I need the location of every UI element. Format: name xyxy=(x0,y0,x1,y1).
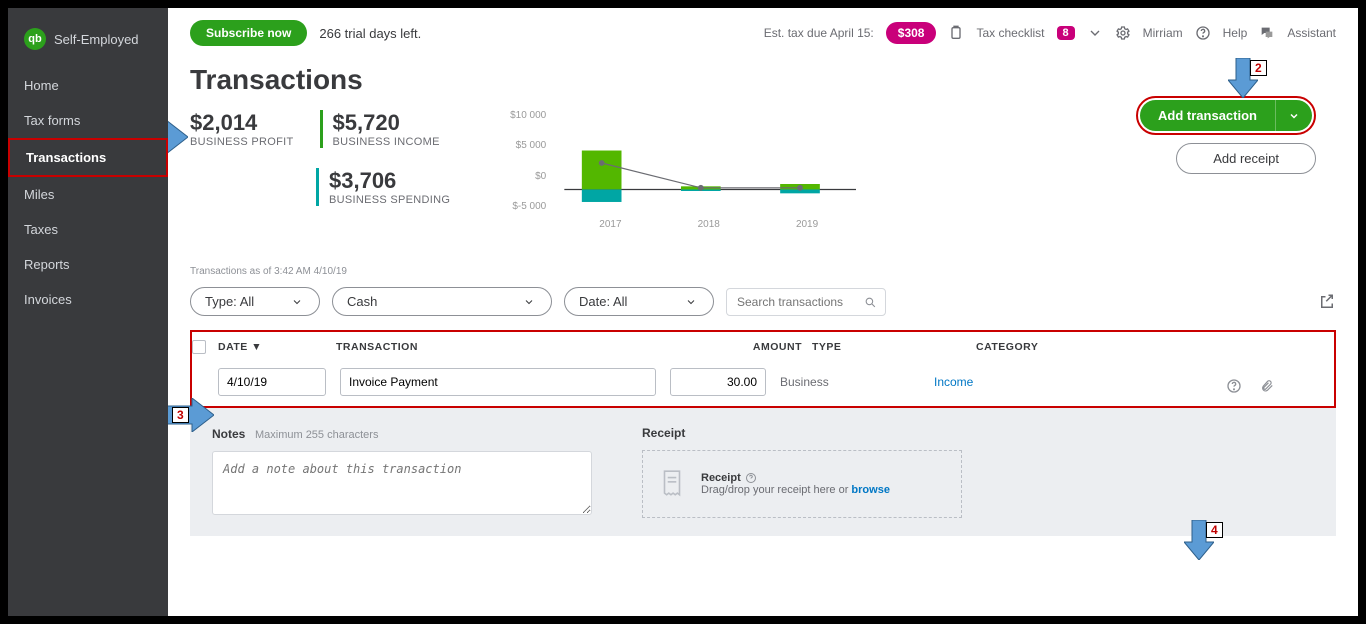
gear-icon[interactable] xyxy=(1115,25,1131,41)
nav-home[interactable]: Home xyxy=(8,68,168,103)
chat-icon[interactable] xyxy=(1259,25,1275,41)
row-type[interactable]: Business xyxy=(780,375,934,389)
nav-invoices[interactable]: Invoices xyxy=(8,282,168,317)
table-row: Business Income xyxy=(192,362,1328,402)
brand-logo: qb xyxy=(24,28,46,50)
tax-checklist-label[interactable]: Tax checklist xyxy=(976,26,1044,40)
annotation-arrow-1: 1 xyxy=(168,120,188,154)
trial-days-text: 266 trial days left. xyxy=(319,26,421,41)
stat-profit-value: $2,014 xyxy=(190,110,294,136)
receipt-title: Receipt xyxy=(701,472,741,484)
annotation-arrow-3: 3 xyxy=(168,398,214,432)
annotation-arrow-4: 4 xyxy=(1184,520,1214,560)
help-icon[interactable] xyxy=(1226,378,1242,394)
stat-income-value: $5,720 xyxy=(333,110,440,136)
assistant-label[interactable]: Assistant xyxy=(1287,26,1336,40)
table-header: DATE ▼ TRANSACTION AMOUNT TYPE CATEGORY xyxy=(192,332,1328,362)
nav: Home Tax forms Transactions Miles Taxes … xyxy=(8,68,168,317)
attachment-icon[interactable] xyxy=(1260,378,1274,394)
help-label[interactable]: Help xyxy=(1223,26,1248,40)
stat-income-label: BUSINESS INCOME xyxy=(333,136,440,148)
receipt-section-label: Receipt xyxy=(642,426,962,440)
th-type[interactable]: TYPE xyxy=(812,341,976,353)
clipboard-icon xyxy=(948,25,964,41)
annotation-arrow-2: 2 xyxy=(1228,58,1258,98)
est-tax-label: Est. tax due April 15: xyxy=(764,26,874,40)
notes-label: Notes xyxy=(212,427,245,441)
nav-tax-forms[interactable]: Tax forms xyxy=(8,103,168,138)
th-date[interactable]: DATE ▼ xyxy=(218,341,336,353)
search-input[interactable] xyxy=(737,295,859,309)
th-category[interactable]: CATEGORY xyxy=(976,341,1126,353)
chart-y-labels: $10 000 $5 000 $0 $-5 000 xyxy=(502,110,546,212)
add-receipt-button[interactable]: Add receipt xyxy=(1176,143,1316,174)
receipt-hint: Drag/drop your receipt here or xyxy=(701,484,851,496)
notes-column: Notes Maximum 255 characters xyxy=(212,426,592,518)
user-name[interactable]: Mirriam xyxy=(1143,26,1183,40)
th-amount[interactable]: AMOUNT xyxy=(706,341,812,353)
receipt-icon xyxy=(659,469,685,499)
row-date-input[interactable] xyxy=(218,368,326,396)
row-amount-input[interactable] xyxy=(670,368,766,396)
search-box[interactable] xyxy=(726,288,886,316)
main: Subscribe now 266 trial days left. Est. … xyxy=(168,8,1358,616)
nav-miles[interactable]: Miles xyxy=(8,177,168,212)
search-icon xyxy=(864,296,877,309)
notes-textarea[interactable] xyxy=(212,451,592,515)
stat-profit: $2,014 BUSINESS PROFIT xyxy=(190,110,294,148)
receipt-column: Receipt Receipt Drag/drop your receipt h… xyxy=(642,426,962,518)
sort-desc-icon: ▼ xyxy=(251,341,262,353)
browse-link[interactable]: browse xyxy=(851,484,890,496)
row-category-link[interactable]: Income xyxy=(934,375,973,389)
help-icon[interactable] xyxy=(1195,25,1211,41)
nav-transactions[interactable]: Transactions xyxy=(8,138,168,177)
chart: $10 000 $5 000 $0 $-5 000 xyxy=(506,110,856,230)
detail-panel: Notes Maximum 255 characters Receipt Rec… xyxy=(190,408,1336,536)
row-transaction-input[interactable] xyxy=(340,368,656,396)
chevron-down-icon xyxy=(1288,110,1300,122)
chevron-down-icon[interactable] xyxy=(1087,25,1103,41)
chevron-down-icon xyxy=(291,296,303,308)
filter-account[interactable]: Cash xyxy=(332,287,552,316)
filter-row: Type: All Cash Date: All xyxy=(168,281,1358,322)
asof-text: Transactions as of 3:42 AM 4/10/19 xyxy=(168,240,1358,281)
receipt-dropzone[interactable]: Receipt Drag/drop your receipt here or b… xyxy=(642,450,962,518)
notes-sublabel: Maximum 255 characters xyxy=(255,429,379,441)
topbar-right: Est. tax due April 15: $308 Tax checklis… xyxy=(764,22,1336,44)
tax-checklist-count: 8 xyxy=(1057,26,1075,40)
stat-spending-value: $3,706 xyxy=(329,168,450,194)
sidebar: qb Self-Employed Home Tax forms Transact… xyxy=(8,8,168,616)
filter-date[interactable]: Date: All xyxy=(564,287,714,316)
subscribe-button[interactable]: Subscribe now xyxy=(190,20,307,46)
stat-profit-label: BUSINESS PROFIT xyxy=(190,136,294,148)
stat-spending: $3,706 BUSINESS SPENDING xyxy=(316,168,450,206)
add-transaction-button[interactable]: Add transaction xyxy=(1140,100,1312,131)
chart-canvas xyxy=(506,110,856,230)
filter-type[interactable]: Type: All xyxy=(190,287,320,316)
nav-taxes[interactable]: Taxes xyxy=(8,212,168,247)
stat-income: $5,720 BUSINESS INCOME xyxy=(320,110,440,148)
page-actions: Add transaction Add receipt xyxy=(1136,96,1316,174)
export-icon[interactable] xyxy=(1318,293,1336,311)
brand-name: Self-Employed xyxy=(54,32,139,47)
select-all-checkbox[interactable] xyxy=(192,340,206,354)
brand: qb Self-Employed xyxy=(8,18,168,68)
add-transaction-label: Add transaction xyxy=(1140,100,1275,131)
topbar: Subscribe now 266 trial days left. Est. … xyxy=(168,8,1358,58)
chart-x-labels: 2017 2018 2019 xyxy=(561,219,856,230)
nav-reports[interactable]: Reports xyxy=(8,247,168,282)
add-transaction-caret[interactable] xyxy=(1275,100,1312,131)
table-area: DATE ▼ TRANSACTION AMOUNT TYPE CATEGORY … xyxy=(168,322,1358,408)
help-icon[interactable] xyxy=(745,472,757,484)
chevron-down-icon xyxy=(523,296,535,308)
stat-spending-label: BUSINESS SPENDING xyxy=(329,194,450,206)
chevron-down-icon xyxy=(685,296,697,308)
est-tax-amount[interactable]: $308 xyxy=(886,22,937,44)
th-transaction[interactable]: TRANSACTION xyxy=(336,341,706,353)
